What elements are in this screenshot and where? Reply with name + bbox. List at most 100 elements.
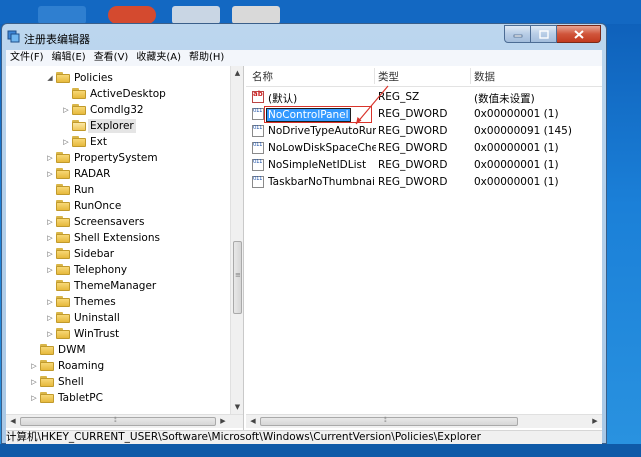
folder-icon — [56, 264, 70, 275]
tree-item[interactable]: ▷ RADAR — [6, 166, 230, 182]
value-data: 0x00000001 (1) — [474, 159, 559, 171]
menu-view[interactable]: 查看(V) — [90, 50, 133, 66]
folder-icon — [56, 216, 70, 227]
scroll-right-arrow-icon[interactable]: ▶ — [216, 415, 230, 428]
browser-shortcut-icon[interactable] — [108, 6, 156, 24]
scroll-right-arrow-icon[interactable]: ▶ — [588, 415, 602, 428]
expand-arrow-icon[interactable]: ▷ — [46, 233, 54, 243]
expand-arrow-icon[interactable]: ▷ — [46, 329, 54, 339]
regedit-window: 注册表编辑器 文件(F) 编辑(E) 查看(V) 收藏夹(A) 帮助(H) ◢ P… — [1, 23, 607, 444]
tree-item[interactable]: ThemeManager — [6, 278, 230, 294]
tree-item-label: Sidebar — [74, 248, 115, 260]
expand-arrow-icon[interactable]: ▷ — [46, 217, 54, 227]
tree-item[interactable]: ▷ Shell Extensions — [6, 230, 230, 246]
tree-item-label: RunOnce — [74, 200, 122, 212]
tree-item[interactable]: DWM — [6, 342, 230, 358]
menu-help[interactable]: 帮助(H) — [185, 50, 228, 66]
tree-item-label: TabletPC — [58, 392, 103, 404]
tree-item-label: WinTrust — [74, 328, 120, 340]
menu-favorites[interactable]: 收藏夹(A) — [132, 50, 185, 66]
value-row[interactable]: TaskbarNoThumbnailREG_DWORD 0x00000001 (1… — [246, 174, 602, 191]
title-bar[interactable]: 注册表编辑器 — [2, 24, 606, 50]
tree-item[interactable]: ▷ PropertySystem — [6, 150, 230, 166]
tree-item[interactable]: ▷ Roaming — [6, 358, 230, 374]
tree-item-label: Uninstall — [74, 312, 120, 324]
maximize-icon — [538, 29, 549, 39]
window-title: 注册表编辑器 — [24, 33, 90, 46]
tree-item[interactable]: ▷ Sidebar — [6, 246, 230, 262]
value-row[interactable]: NoSimpleNetIDList REG_DWORD 0x00000001 (1) — [246, 157, 602, 174]
reg-dword-icon — [252, 159, 264, 171]
tree-item[interactable]: ▷ Telephony — [6, 262, 230, 278]
tree-item-label: ThemeManager — [74, 280, 157, 292]
regedit-icon — [7, 30, 20, 43]
tree-item-label: Telephony — [74, 264, 128, 276]
folder-icon — [56, 152, 70, 163]
client-area: ◢ Policies ActiveDesktop ▷ Comdlg32 Explorer ▷… — [6, 66, 602, 430]
status-bar: 计算机\HKEY_CURRENT_USER\Software\Microsoft… — [6, 430, 602, 444]
tree-item-label: Run — [74, 184, 95, 196]
desktop-shortcut-icon[interactable] — [172, 6, 220, 24]
expand-arrow-icon[interactable]: ▷ — [46, 265, 54, 275]
expand-arrow-icon[interactable]: ▷ — [46, 169, 54, 179]
scrollbar-thumb[interactable] — [260, 417, 518, 426]
list-horizontal-scrollbar[interactable]: ◀ ⦙⦙⦙ ▶ — [246, 414, 602, 428]
folder-icon — [40, 360, 54, 371]
caption-buttons — [504, 25, 601, 43]
minimize-button[interactable] — [504, 25, 531, 43]
folder-icon — [56, 184, 70, 195]
status-path: 计算机\HKEY_CURRENT_USER\Software\Microsoft… — [6, 431, 481, 443]
tree-item-label: RADAR — [74, 168, 111, 180]
value-name: TaskbarNoThumbnail — [268, 176, 376, 188]
expand-arrow-icon[interactable]: ▷ — [30, 361, 38, 371]
tree-item-label: PropertySystem — [74, 152, 158, 164]
tree-item[interactable]: ▷ Themes — [6, 294, 230, 310]
desktop-top-strip — [0, 0, 641, 24]
tree-item[interactable]: ▷ Screensavers — [6, 214, 230, 230]
value-type: REG_DWORD — [378, 159, 448, 171]
tree-item-label: Shell Extensions — [74, 232, 160, 244]
tree-item[interactable]: Run — [6, 182, 230, 198]
tree-item[interactable]: RunOnce — [6, 198, 230, 214]
tree-item-label: Screensavers — [74, 216, 145, 228]
folder-icon — [40, 392, 54, 403]
folder-icon — [56, 312, 70, 323]
scroll-down-arrow-icon[interactable]: ▼ — [231, 400, 243, 414]
scroll-left-arrow-icon[interactable]: ◀ — [6, 415, 20, 428]
tree-horizontal-scrollbar[interactable]: ◀ ⦙⦙⦙ ▶ — [6, 414, 243, 428]
expand-arrow-icon[interactable]: ▷ — [30, 393, 38, 403]
expand-arrow-icon[interactable]: ▷ — [30, 377, 38, 387]
close-icon — [573, 29, 584, 39]
tree-item[interactable]: ▷ Shell — [6, 374, 230, 390]
folder-icon — [40, 344, 54, 355]
close-button[interactable] — [557, 25, 601, 43]
value-data: 0x00000001 (1) — [474, 176, 559, 188]
menu-bar: 文件(F) 编辑(E) 查看(V) 收藏夹(A) 帮助(H) — [6, 50, 602, 66]
menu-edit[interactable]: 编辑(E) — [48, 50, 90, 66]
scroll-left-arrow-icon[interactable]: ◀ — [246, 415, 260, 428]
expand-arrow-icon[interactable]: ▷ — [46, 153, 54, 163]
reg-dword-icon — [252, 176, 264, 188]
value-type: REG_DWORD — [378, 176, 448, 188]
menu-file[interactable]: 文件(F) — [6, 50, 48, 66]
tree-item-label: Roaming — [58, 360, 105, 372]
folder-icon — [40, 376, 54, 387]
scrollbar-thumb[interactable] — [20, 417, 216, 426]
tree-item[interactable]: ▷ WinTrust — [6, 326, 230, 342]
tree-item[interactable]: ▷ TabletPC — [6, 390, 230, 406]
desktop-shortcut-icon[interactable] — [38, 6, 86, 24]
tree-item-label: Themes — [74, 296, 116, 308]
folder-icon — [56, 328, 70, 339]
tree-item-label: DWM — [58, 344, 86, 356]
expand-arrow-icon[interactable]: ▷ — [46, 297, 54, 307]
maximize-button[interactable] — [531, 25, 557, 43]
desktop-bottom-strip — [0, 444, 641, 457]
expand-arrow-icon[interactable]: ▷ — [46, 313, 54, 323]
folder-icon — [56, 248, 70, 259]
grip-icon: ⦙⦙⦙ — [114, 416, 117, 424]
expand-arrow-icon[interactable]: ▷ — [46, 249, 54, 259]
value-name: NoSimpleNetIDList — [268, 159, 367, 171]
desktop-shortcut-icon[interactable] — [232, 6, 280, 24]
tree-item[interactable]: ▷ Uninstall — [6, 310, 230, 326]
folder-icon — [56, 280, 70, 291]
